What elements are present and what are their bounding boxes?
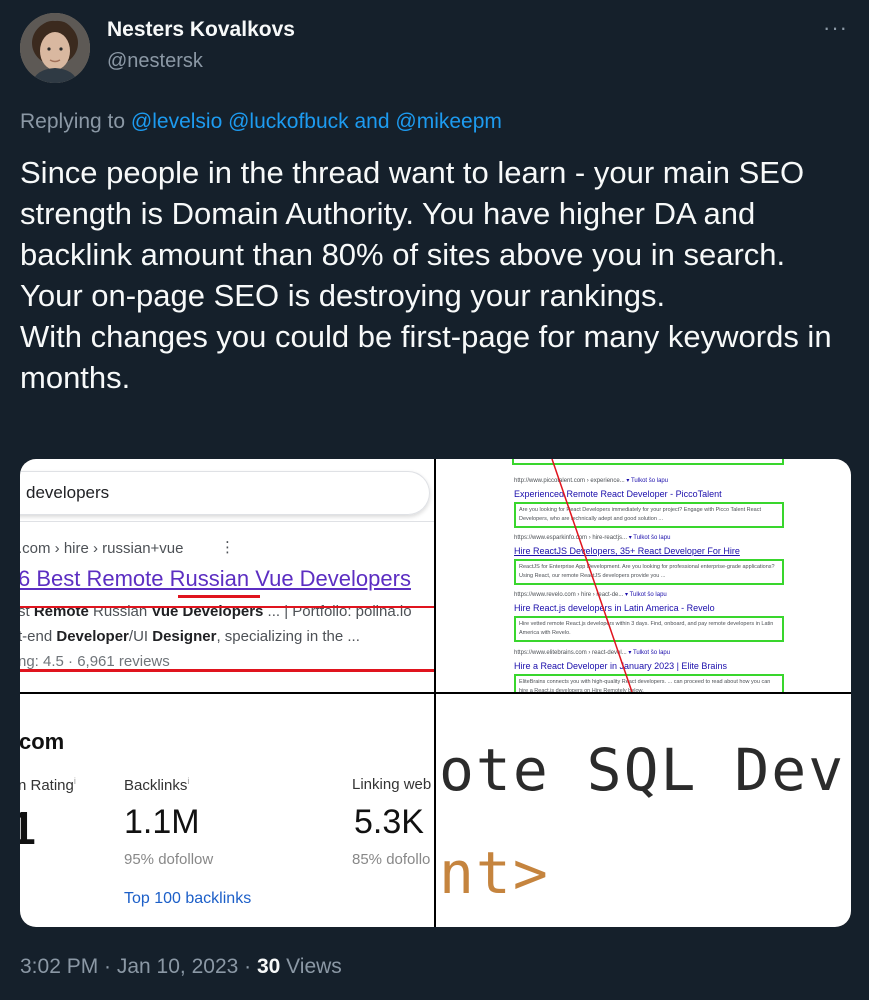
media-image-search-result[interactable]: developers .com › hire › russian+vue ⋮ 6… — [20, 459, 434, 692]
result-title: 6 Best Remote Russian Vue Developers — [20, 566, 411, 591]
kebab-icon: ⋮ — [220, 539, 235, 556]
linking-websites-label: Linking web — [352, 776, 432, 793]
more-options-icon[interactable]: ··· — [823, 17, 848, 39]
mention-link[interactable]: @levelsio — [131, 110, 222, 133]
tweet-timestamp[interactable]: 3:02 PM · Jan 10, 2023 · — [20, 955, 257, 978]
backlinks-label: Backlinksi — [124, 776, 190, 794]
search-query: developers — [26, 483, 110, 502]
avatar-photo — [20, 13, 90, 83]
rating-value: 1 — [20, 802, 36, 854]
tweet-meta: 3:02 PM · Jan 10, 2023 · 30 Views — [20, 955, 342, 979]
rating-label: n Ratingi — [20, 776, 76, 794]
author-handle[interactable]: @nestersk — [107, 50, 203, 73]
media-grid[interactable]: developers .com › hire › russian+vue ⋮ 6… — [20, 459, 851, 927]
mention-link[interactable]: @luckofbuck — [228, 110, 349, 133]
code-text-line: nt> — [439, 839, 550, 907]
views-label: Views — [286, 955, 342, 978]
result-rating: ng: 4.5 · 6,961 reviews — [20, 653, 170, 670]
media-image-seo-metrics[interactable]: com n Ratingi 1 Backlinksi 1.1M 95% dofo… — [20, 694, 434, 927]
result-breadcrumb: .com › hire › russian+vue — [20, 540, 184, 557]
media-image-serp-highlights[interactable]: http://www.piccotalent.com › experience.… — [436, 459, 851, 692]
mention-joiner[interactable]: and — [355, 110, 390, 133]
backlinks-value: 1.1M — [124, 803, 200, 841]
author-name[interactable]: Nesters Kovalkovs — [107, 18, 295, 42]
views-count: 30 — [256, 955, 281, 978]
code-text-line: ote SQL Dev — [439, 736, 846, 804]
top-backlinks-link: Top 100 backlinks — [124, 890, 252, 907]
red-underline — [178, 595, 260, 598]
metrics-domain: com — [20, 729, 65, 754]
replying-to: Replying to @levelsio @luckofbuck and @m… — [20, 110, 502, 134]
red-diagonal-line — [551, 459, 633, 692]
backlinks-dofollow: 95% dofollow — [124, 851, 214, 868]
mention-link[interactable]: @mikeepm — [395, 110, 502, 133]
linking-websites-value: 5.3K — [354, 803, 424, 841]
tweet-text: Since people in the thread want to learn… — [20, 155, 832, 395]
author-avatar[interactable] — [20, 13, 90, 83]
replying-to-label: Replying to — [20, 110, 126, 133]
red-underline — [20, 669, 434, 672]
linking-dofollow: 85% dofollo — [352, 851, 431, 868]
result-snippet-line: t-end Developer/UI Designer, specializin… — [20, 628, 360, 645]
media-image-code-zoom[interactable]: ote SQL Dev nt> — [436, 694, 851, 927]
divider — [20, 521, 434, 522]
red-underline — [20, 606, 434, 608]
